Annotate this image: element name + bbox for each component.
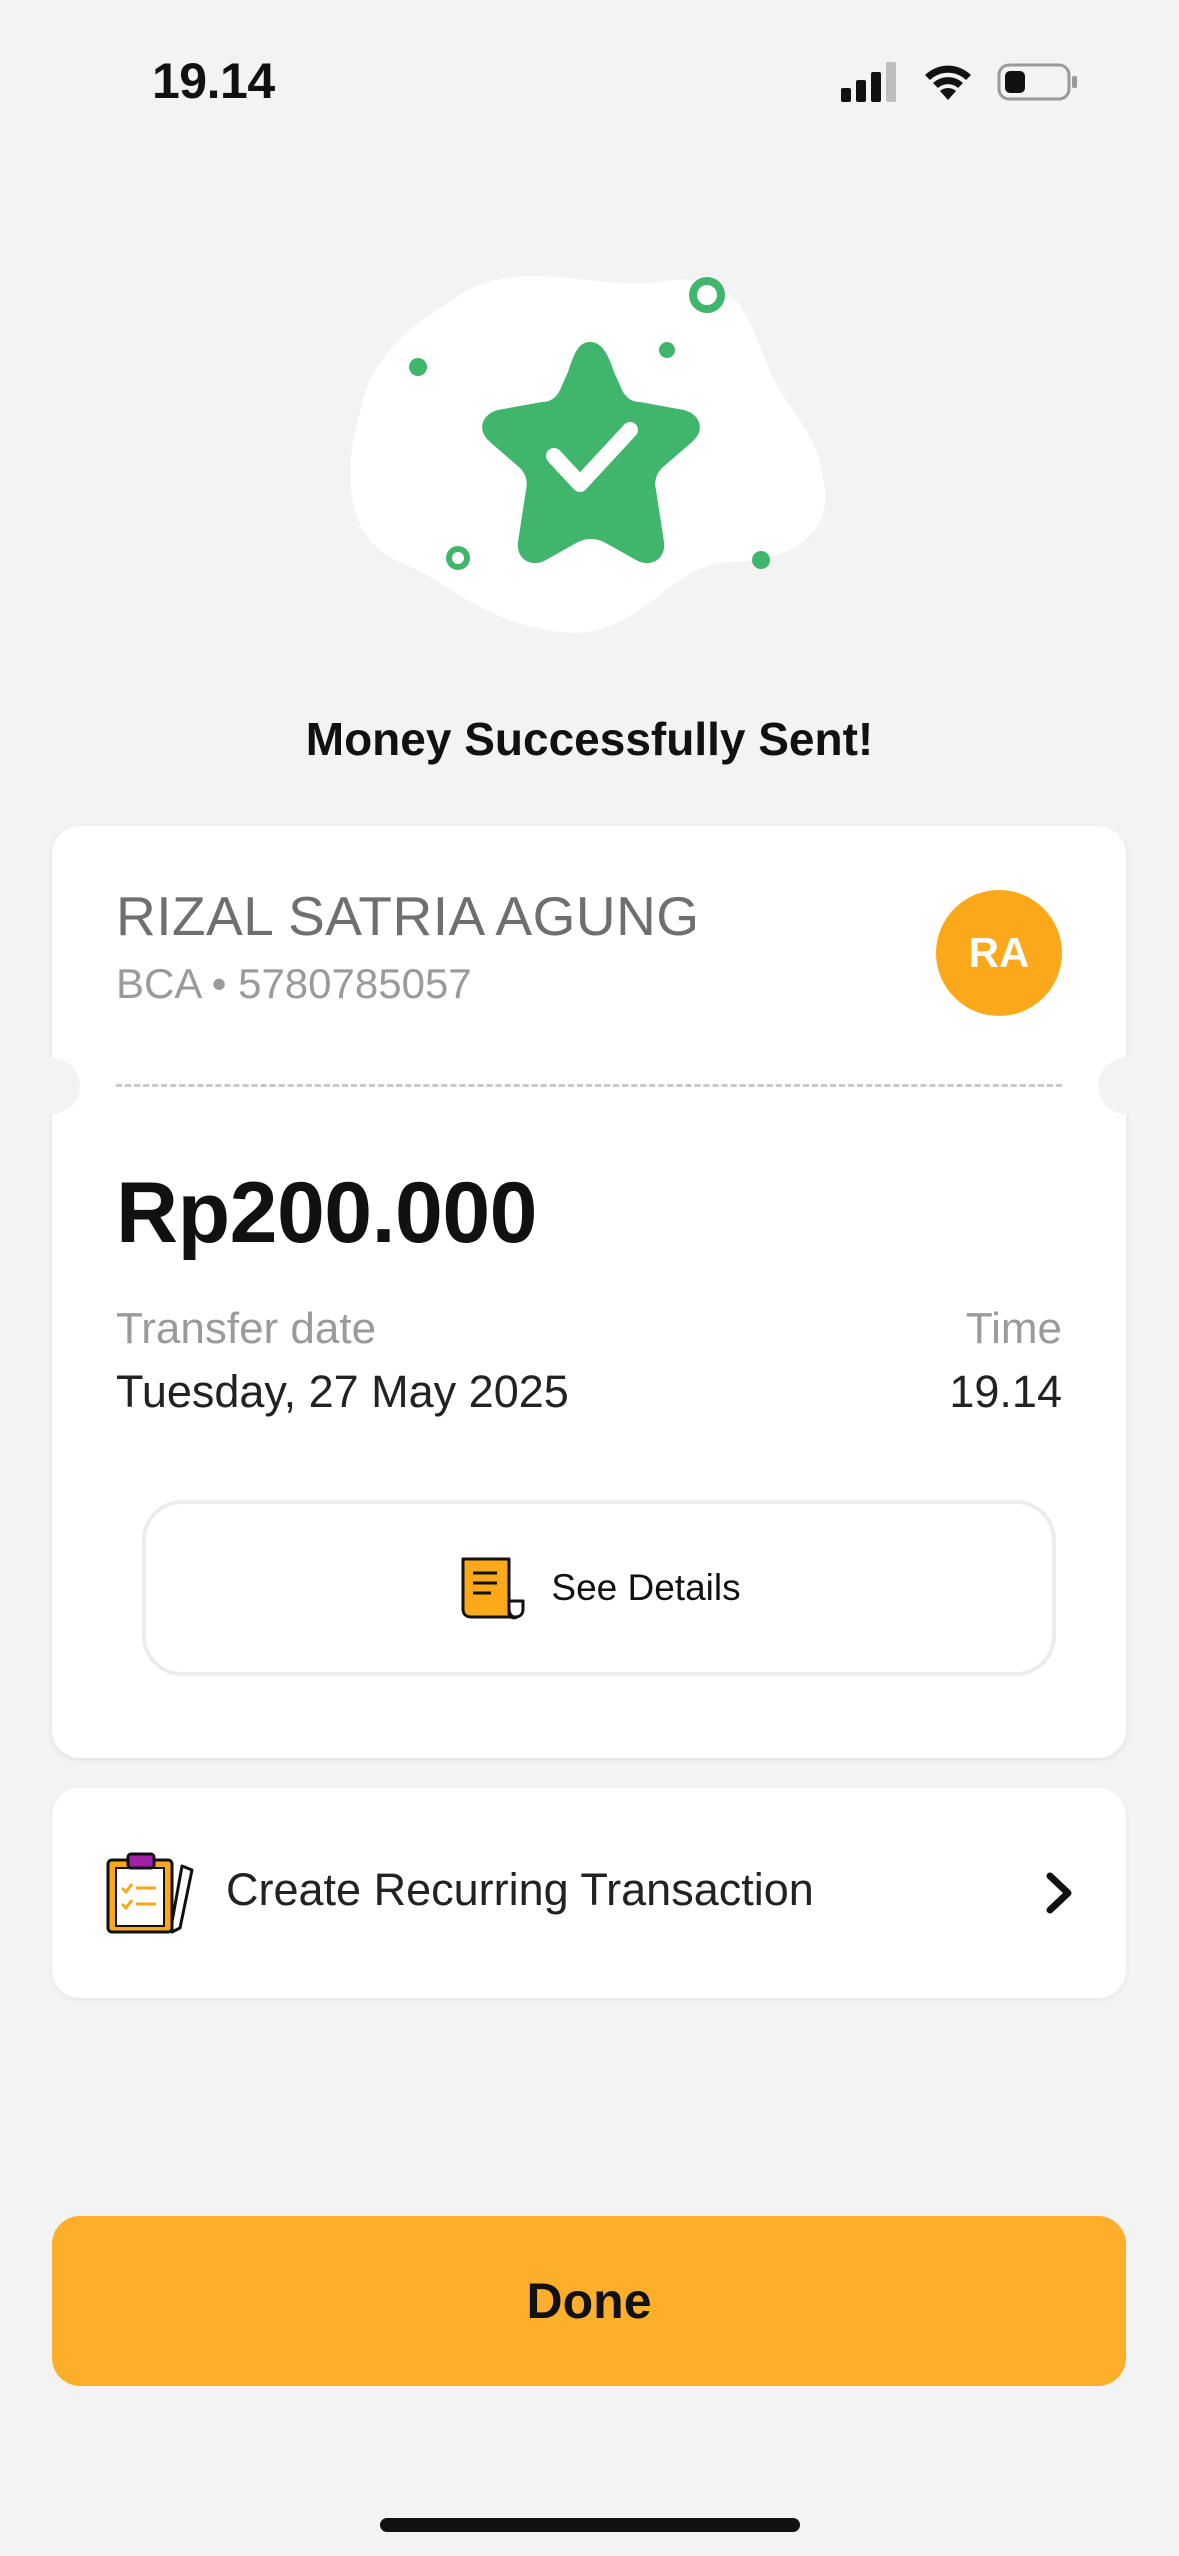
receipt-card: RIZAL SATRIA AGUNG BCA • 5780785057 RA R… (52, 826, 1126, 1758)
dashed-divider (116, 1084, 1062, 1087)
status-icons (841, 62, 1079, 102)
status-time: 19.14 (152, 53, 275, 109)
see-details-label: See Details (551, 1567, 741, 1608)
avatar: RA (936, 890, 1062, 1016)
status-bar: 19.14 (0, 0, 1179, 150)
transfer-time-value: 19.14 (949, 1366, 1062, 1417)
wifi-icon (925, 65, 971, 100)
cellular-signal-icon (841, 62, 896, 102)
done-button[interactable]: Done (52, 2216, 1126, 2386)
battery-icon (997, 63, 1077, 101)
recipient-name: RIZAL SATRIA AGUNG (116, 885, 700, 947)
receipt-icon (461, 1557, 525, 1620)
recipient-bank-account: BCA • 5780785057 (116, 960, 472, 1007)
transfer-date-value: Tuesday, 27 May 2025 (116, 1366, 569, 1417)
card-notch-right (1098, 1058, 1154, 1114)
chevron-right-icon (1046, 1872, 1072, 1914)
success-headline: Money Successfully Sent! (305, 713, 874, 765)
transfer-amount: Rp200.000 (116, 1165, 538, 1261)
card-notch-left (24, 1058, 80, 1114)
clipboard-icon (106, 1852, 194, 1934)
success-star-icon (350, 276, 826, 633)
home-indicator (380, 2518, 800, 2532)
create-recurring-transaction-button[interactable]: Create Recurring Transaction (52, 1788, 1126, 1998)
recurring-label: Create Recurring Transaction (226, 1864, 814, 1915)
transfer-time-label: Time (965, 1304, 1062, 1353)
transfer-date-label: Transfer date (116, 1304, 377, 1353)
see-details-button[interactable]: See Details (142, 1500, 1056, 1676)
